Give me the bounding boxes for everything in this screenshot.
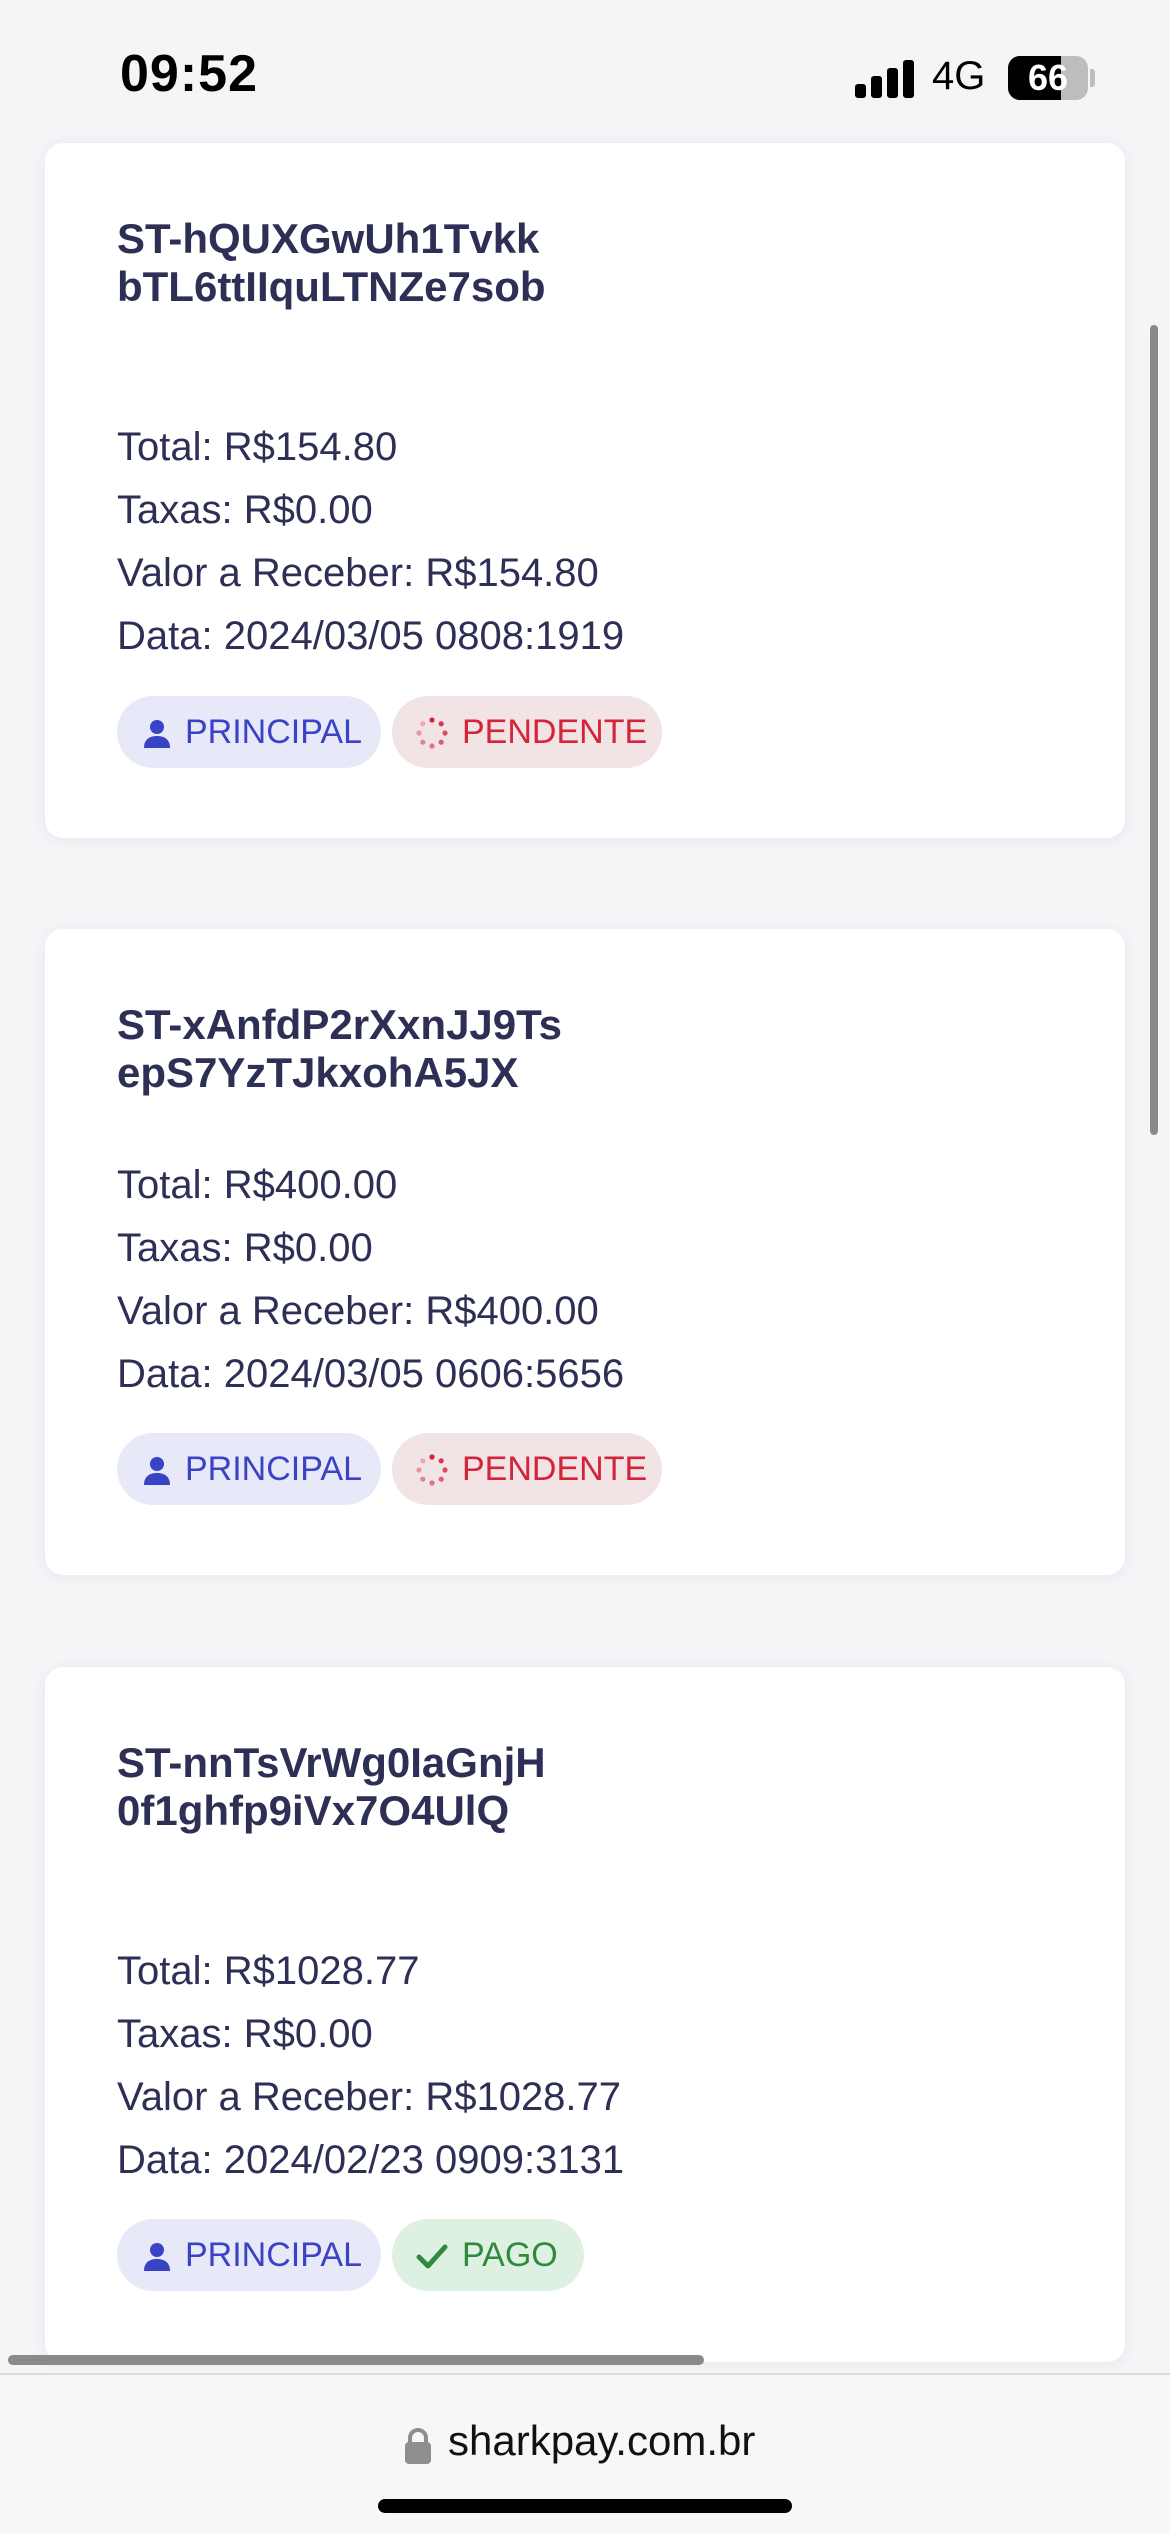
- total-label: Total:: [117, 1163, 224, 1207]
- user-icon: [144, 2243, 170, 2271]
- browser-address-bar[interactable]: sharkpay.com.br: [0, 2373, 1170, 2534]
- transaction-id: ST-hQUXGwUh1TvkkbTL6ttIIquLTNZe7sob: [117, 215, 546, 310]
- fees-row: Taxas: R$0.00: [117, 1224, 373, 1272]
- receivable-row: Valor a Receber: R$400.00: [117, 1287, 599, 1335]
- account-label: PRINCIPAL: [185, 713, 362, 751]
- vertical-scrollbar[interactable]: [1150, 325, 1158, 1135]
- battery-level: 66: [1027, 57, 1069, 98]
- url-text[interactable]: sharkpay.com.br: [448, 2417, 755, 2465]
- fees-label: Taxas:: [117, 2012, 244, 2056]
- battery-icon: 66: [1008, 56, 1088, 100]
- battery-tip: [1090, 69, 1095, 87]
- date-label: Data:: [117, 1352, 224, 1396]
- fees-label: Taxas:: [117, 488, 244, 532]
- transaction-id: ST-xAnfdP2rXxnJJ9TsepS7YzTJkxohA5JX: [117, 1001, 563, 1096]
- date-row: Data: 2024/03/05 0606:5656: [117, 1350, 624, 1398]
- user-icon: [144, 720, 170, 748]
- receivable-value: R$1028.77: [425, 2075, 622, 2119]
- fees-value: R$0.00: [243, 488, 373, 532]
- network-type: 4G: [932, 54, 986, 98]
- fees-value: R$0.00: [243, 2012, 373, 2056]
- fees-row: Taxas: R$0.00: [117, 486, 373, 534]
- status-bar: 09:52 4G 66: [0, 0, 1170, 140]
- receivable-label: Valor a Receber:: [117, 2075, 426, 2119]
- total-row: Total: R$154.80: [117, 423, 397, 471]
- status-badge: PENDENTE: [392, 1433, 662, 1505]
- spinner-icon: [416, 1454, 448, 1486]
- checkmark-icon: [416, 2244, 448, 2269]
- receivable-row: Valor a Receber: R$154.80: [117, 549, 599, 597]
- date-label: Data:: [117, 2138, 224, 2182]
- horizontal-scrollbar[interactable]: [8, 2355, 704, 2365]
- account-label: PRINCIPAL: [185, 2236, 362, 2274]
- total-value: R$1028.77: [223, 1949, 420, 1993]
- transaction-card[interactable]: ST-xAnfdP2rXxnJJ9TsepS7YzTJkxohA5JX Tota…: [45, 929, 1125, 1575]
- receivable-row: Valor a Receber: R$1028.77: [117, 2073, 621, 2121]
- total-value: R$400.00: [223, 1163, 398, 1207]
- total-label: Total:: [117, 1949, 224, 1993]
- account-badge: PRINCIPAL: [117, 696, 381, 768]
- status-label: PENDENTE: [462, 713, 648, 751]
- lock-icon: [405, 2428, 431, 2464]
- spinner-icon: [416, 717, 448, 749]
- status-label: PENDENTE: [462, 1450, 648, 1488]
- date-value: 2024/03/05 0808:1919: [223, 614, 625, 658]
- date-row: Data: 2024/02/23 0909:3131: [117, 2136, 624, 2184]
- receivable-value: R$400.00: [425, 1289, 599, 1333]
- total-value: R$154.80: [223, 425, 398, 469]
- transaction-id: ST-nnTsVrWg0IaGnjH0f1ghfp9iVx7O4UlQ: [117, 1739, 546, 1834]
- fees-label: Taxas:: [117, 1226, 244, 1270]
- date-value: 2024/02/23 0909:3131: [223, 2138, 625, 2182]
- status-label: PAGO: [462, 2236, 558, 2274]
- account-badge: PRINCIPAL: [117, 2219, 381, 2291]
- fees-value: R$0.00: [243, 1226, 373, 1270]
- total-label: Total:: [117, 425, 224, 469]
- transaction-card[interactable]: ST-hQUXGwUh1TvkkbTL6ttIIquLTNZe7sob Tota…: [45, 143, 1125, 838]
- date-row: Data: 2024/03/05 0808:1919: [117, 612, 624, 660]
- account-badge: PRINCIPAL: [117, 1433, 381, 1505]
- status-badge: PENDENTE: [392, 696, 662, 768]
- receivable-label: Valor a Receber:: [117, 1289, 426, 1333]
- fees-row: Taxas: R$0.00: [117, 2010, 373, 2058]
- date-label: Data:: [117, 614, 224, 658]
- cellular-signal-icon: [855, 58, 915, 98]
- receivable-label: Valor a Receber:: [117, 551, 426, 595]
- home-indicator[interactable]: [378, 2499, 792, 2513]
- transaction-card[interactable]: ST-nnTsVrWg0IaGnjH0f1ghfp9iVx7O4UlQ Tota…: [45, 1667, 1125, 2362]
- account-label: PRINCIPAL: [185, 1450, 362, 1488]
- date-value: 2024/03/05 0606:5656: [223, 1352, 625, 1396]
- total-row: Total: R$1028.77: [117, 1947, 419, 1995]
- status-badge: PAGO: [392, 2219, 584, 2291]
- total-row: Total: R$400.00: [117, 1161, 397, 1209]
- clock: 09:52: [120, 45, 258, 103]
- user-icon: [144, 1457, 170, 1485]
- receivable-value: R$154.80: [425, 551, 599, 595]
